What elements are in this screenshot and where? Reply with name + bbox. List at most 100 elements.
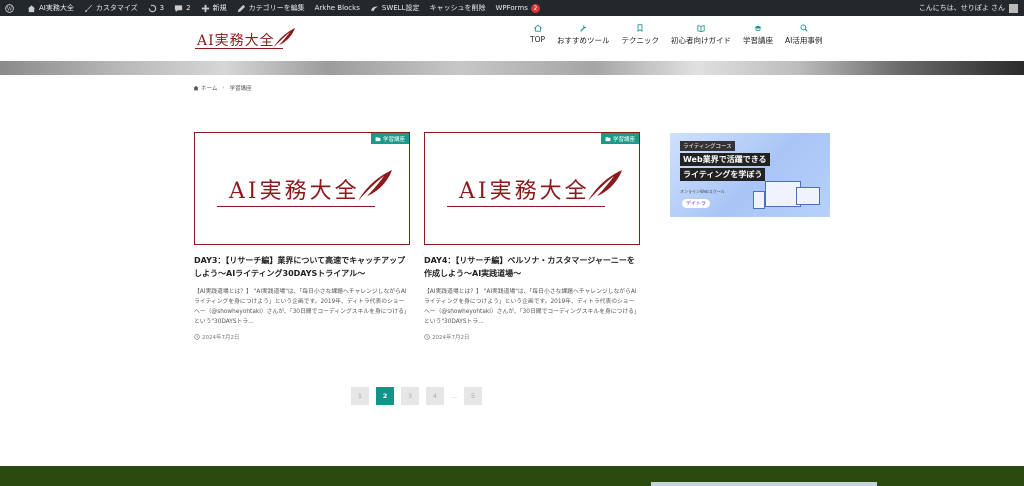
post-title[interactable]: DAY4：【リサーチ編】ペルソナ・カスタマージャーニーを作成しよう～AI実践道場… (424, 254, 640, 280)
post-date: 2024年7月2日 (194, 333, 410, 341)
swell-logo-icon (370, 6, 378, 11)
nav-label: 初心者向けガイド (671, 36, 732, 45)
post-thumbnail[interactable]: AI実務大全 学習講座 (194, 132, 410, 245)
wpforms-link[interactable]: WPForms 2 (490, 0, 544, 16)
wrench-icon (580, 24, 587, 32)
new-content-label: 新規 (212, 4, 227, 12)
nav-item-technique[interactable]: テクニック (616, 24, 666, 46)
nav-label: テクニック (621, 36, 660, 45)
footer-widget-bar (651, 482, 877, 486)
site-name-label: AI実務大全 (39, 4, 74, 12)
sidebar-ad-banner[interactable]: ライティングコース Web業界で活躍できる ライティングを学ぼう オンラインWe… (670, 133, 830, 217)
wordpress-icon: W (5, 3, 14, 13)
ad-phone-illustration (753, 191, 765, 209)
post-excerpt: 【AI実践道場とは？】 "AI実践道場"は、「毎日小さな課題へチャレンジしながら… (194, 289, 410, 325)
edit-category-link[interactable]: カテゴリーを編集 (232, 0, 310, 16)
arkhe-blocks-label: Arkhe Blocks (314, 4, 360, 12)
nav-label: AI活用事例 (785, 36, 823, 45)
new-content-link[interactable]: 新規 (196, 0, 232, 16)
post-date-label: 2024年7月2日 (202, 335, 240, 341)
arkhe-blocks-link[interactable]: Arkhe Blocks (310, 0, 365, 16)
breadcrumb-home[interactable]: ホーム (201, 84, 217, 92)
post-date-label: 2024年7月2日 (432, 335, 470, 341)
admin-bar: W AI実務大全 カスタマイズ 3 2 新規 カテゴリーを編集 Arkhe Bl… (0, 0, 1024, 16)
breadcrumb-current: 学習講座 (229, 86, 252, 92)
page-ellipsis: … (451, 392, 457, 400)
customize-label: カスタマイズ (95, 4, 138, 12)
home-icon (193, 85, 199, 91)
nav-item-courses[interactable]: 学習講座 (737, 24, 779, 46)
home-icon (533, 24, 542, 32)
wordpress-logo-button[interactable]: W (0, 0, 22, 16)
page-link[interactable]: 4 (426, 387, 444, 405)
nav-label: おすすめツール (557, 36, 610, 45)
pencil-icon (237, 4, 245, 12)
house-icon (27, 4, 36, 12)
global-nav: TOP おすすめツール テクニック 初心者向けガイド 学習講座 AI活用事例 (524, 24, 828, 46)
wpforms-label: WPForms (495, 4, 528, 12)
avatar (1009, 3, 1018, 13)
clock-icon (424, 334, 430, 340)
nav-item-case-studies[interactable]: AI活用事例 (779, 24, 828, 46)
category-badge[interactable]: 学習講座 (370, 133, 409, 144)
graduation-cap-icon (754, 25, 762, 31)
wpforms-notification-badge: 2 (530, 3, 540, 13)
feather-quill-icon (273, 28, 295, 48)
swell-settings-label: SWELL設定 (381, 4, 420, 12)
breadcrumb: ホーム › 学習講座 (193, 84, 252, 92)
site-name-link[interactable]: AI実務大全 (22, 0, 79, 16)
feather-quill-icon (588, 170, 622, 201)
thumbnail-logo-text: AI実務大全 (459, 179, 590, 204)
ad-course-tag: ライティングコース (680, 141, 735, 151)
page-link[interactable]: 1 (351, 387, 369, 405)
refresh-icon (148, 3, 156, 12)
site-logo[interactable]: AI実務大全 (193, 26, 303, 52)
folder-icon (605, 136, 611, 141)
chevron-right-icon: › (222, 85, 225, 91)
clock-icon (194, 334, 200, 340)
ad-brand-logo: デイトラ (682, 199, 711, 208)
clear-cache-label: キャッシュを削除 (429, 4, 486, 12)
post-thumbnail[interactable]: AI実務大全 学習講座 (424, 132, 640, 245)
nav-label: 学習講座 (743, 36, 774, 45)
magnifier-icon (800, 24, 808, 32)
updates-count: 3 (159, 4, 165, 12)
swell-settings-link[interactable]: SWELL設定 (365, 0, 425, 16)
category-badge[interactable]: 学習講座 (600, 133, 639, 144)
nav-label: TOP (530, 35, 546, 44)
post-title[interactable]: DAY3：【リサーチ編】業界について高速でキャッチアップしよう～AIライティング… (194, 254, 410, 280)
account-menu[interactable]: こんにちは、せりぽよ さん (919, 0, 1018, 16)
comment-icon (175, 4, 183, 12)
ad-tablet-illustration (796, 187, 820, 205)
ad-headline-2: ライティングを学ぼう (680, 168, 766, 181)
nav-item-beginner-guide[interactable]: 初心者向けガイド (665, 24, 737, 46)
hero-image (0, 61, 1024, 75)
category-label: 学習講座 (382, 136, 405, 143)
nav-item-top[interactable]: TOP (524, 24, 551, 46)
ad-headline-1: Web業界で活躍できる (680, 153, 770, 166)
brush-icon (85, 4, 92, 12)
category-label: 学習講座 (612, 136, 635, 143)
post-card[interactable]: AI実務大全 学習講座 DAY3：【リサーチ編】業界について高速でキャッチアップ… (194, 132, 410, 341)
page-current: 2 (376, 387, 394, 405)
site-header: AI実務大全 TOP おすすめツール テクニック 初心者向けガイド 学習講座 A… (0, 16, 1024, 61)
clear-cache-link[interactable]: キャッシュを削除 (424, 0, 490, 16)
feather-quill-icon (358, 170, 392, 201)
bookmark-icon (637, 24, 643, 32)
greeting-label: こんにちは、せりぽよ さん (918, 4, 1005, 12)
comments-link[interactable]: 2 (169, 0, 195, 16)
thumbnail-logo-text: AI実務大全 (229, 179, 360, 204)
thumbnail-underline (447, 206, 605, 207)
post-card[interactable]: AI実務大全 学習講座 DAY4：【リサーチ編】ペルソナ・カスタマージャーニーを… (424, 132, 640, 341)
ad-subtext: オンラインWebスクール (680, 189, 725, 194)
customize-link[interactable]: カスタマイズ (79, 0, 143, 16)
logo-text: AI実務大全 (197, 33, 275, 49)
edit-category-label: カテゴリーを編集 (248, 4, 305, 12)
thumbnail-underline (217, 206, 375, 207)
comments-count: 2 (186, 4, 191, 12)
updates-link[interactable]: 3 (143, 0, 169, 16)
page-link[interactable]: 5 (464, 387, 482, 405)
svg-text:W: W (7, 6, 13, 12)
page-link[interactable]: 3 (401, 387, 419, 405)
nav-item-tools[interactable]: おすすめツール (551, 24, 616, 46)
